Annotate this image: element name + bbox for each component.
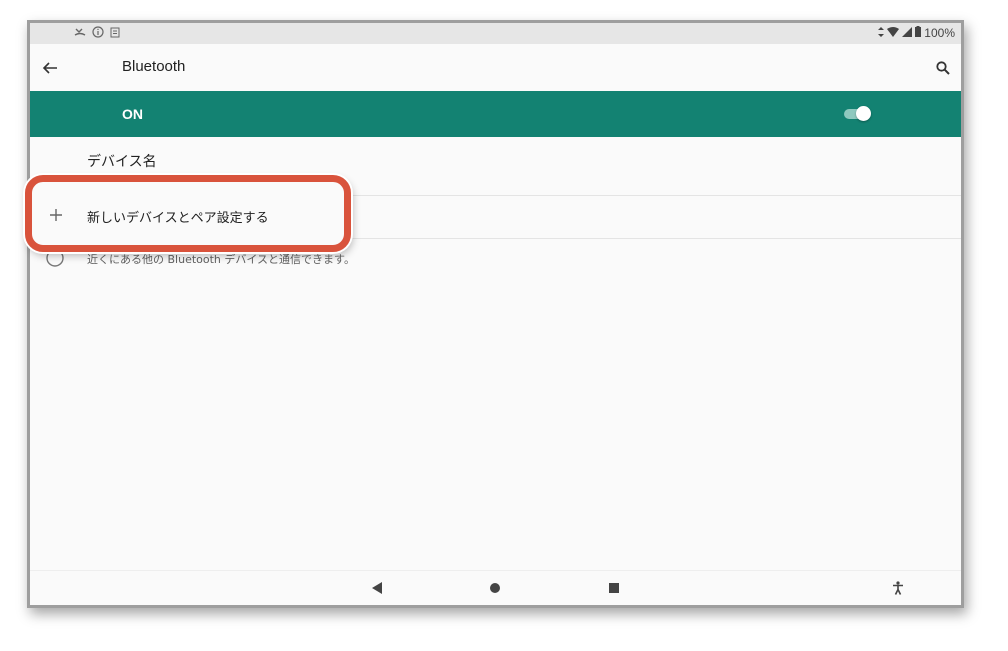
info-icon <box>46 249 64 267</box>
info-text: 近くにある他の Bluetooth デバイスと通信できます。 <box>87 253 355 266</box>
device-name-label: デバイス名 <box>87 154 157 170</box>
circle-home-icon <box>490 583 500 593</box>
clipboard-icon <box>110 26 120 41</box>
phone-missed-icon <box>74 26 86 41</box>
plus-icon <box>44 203 68 227</box>
arrow-back-icon <box>42 62 57 74</box>
status-system-icons: 100% <box>878 26 955 40</box>
highlight-pair-label: 新しいデバイスとペア設定する <box>87 211 269 226</box>
nav-back-button[interactable] <box>367 579 387 597</box>
cell-signal-icon <box>902 26 913 40</box>
nav-home-button[interactable] <box>485 579 505 597</box>
status-bar: 100% <box>30 23 961 44</box>
accessibility-button[interactable] <box>888 579 908 597</box>
accessibility-icon <box>893 581 903 595</box>
highlight-magnified-pair-row[interactable]: 新しいデバイスとペア設定する <box>28 189 348 241</box>
battery-percentage: 100% <box>924 26 955 40</box>
status-notification-icons <box>74 26 120 41</box>
square-recents-icon <box>609 583 619 593</box>
triangle-back-icon <box>372 582 382 594</box>
back-button[interactable] <box>38 56 62 80</box>
info-footer: 近くにある他の Bluetooth デバイスと通信できます。 <box>30 239 961 279</box>
wifi-icon <box>887 26 900 40</box>
info-circle-icon <box>92 26 104 41</box>
tablet-screen: 100% Bluetooth ON デバイス名 近くにある他の Bluetoot… <box>27 20 964 608</box>
device-name-row[interactable]: デバイス名 <box>30 137 961 196</box>
nav-recents-button[interactable] <box>604 579 624 597</box>
search-button[interactable] <box>931 56 955 80</box>
switch-state-label: ON <box>122 106 143 122</box>
toggle-thumb <box>856 106 871 121</box>
search-icon <box>936 61 950 75</box>
bluetooth-master-switch-bar[interactable]: ON <box>30 91 961 137</box>
navigation-bar <box>30 570 961 605</box>
bluetooth-toggle[interactable] <box>842 105 872 123</box>
battery-icon <box>915 26 922 40</box>
screenshot-stage: 100% Bluetooth ON デバイス名 近くにある他の Bluetoot… <box>0 0 1008 651</box>
page-title: Bluetooth <box>122 58 186 75</box>
app-bar: Bluetooth <box>30 44 961 91</box>
data-arrows-icon <box>878 26 885 40</box>
